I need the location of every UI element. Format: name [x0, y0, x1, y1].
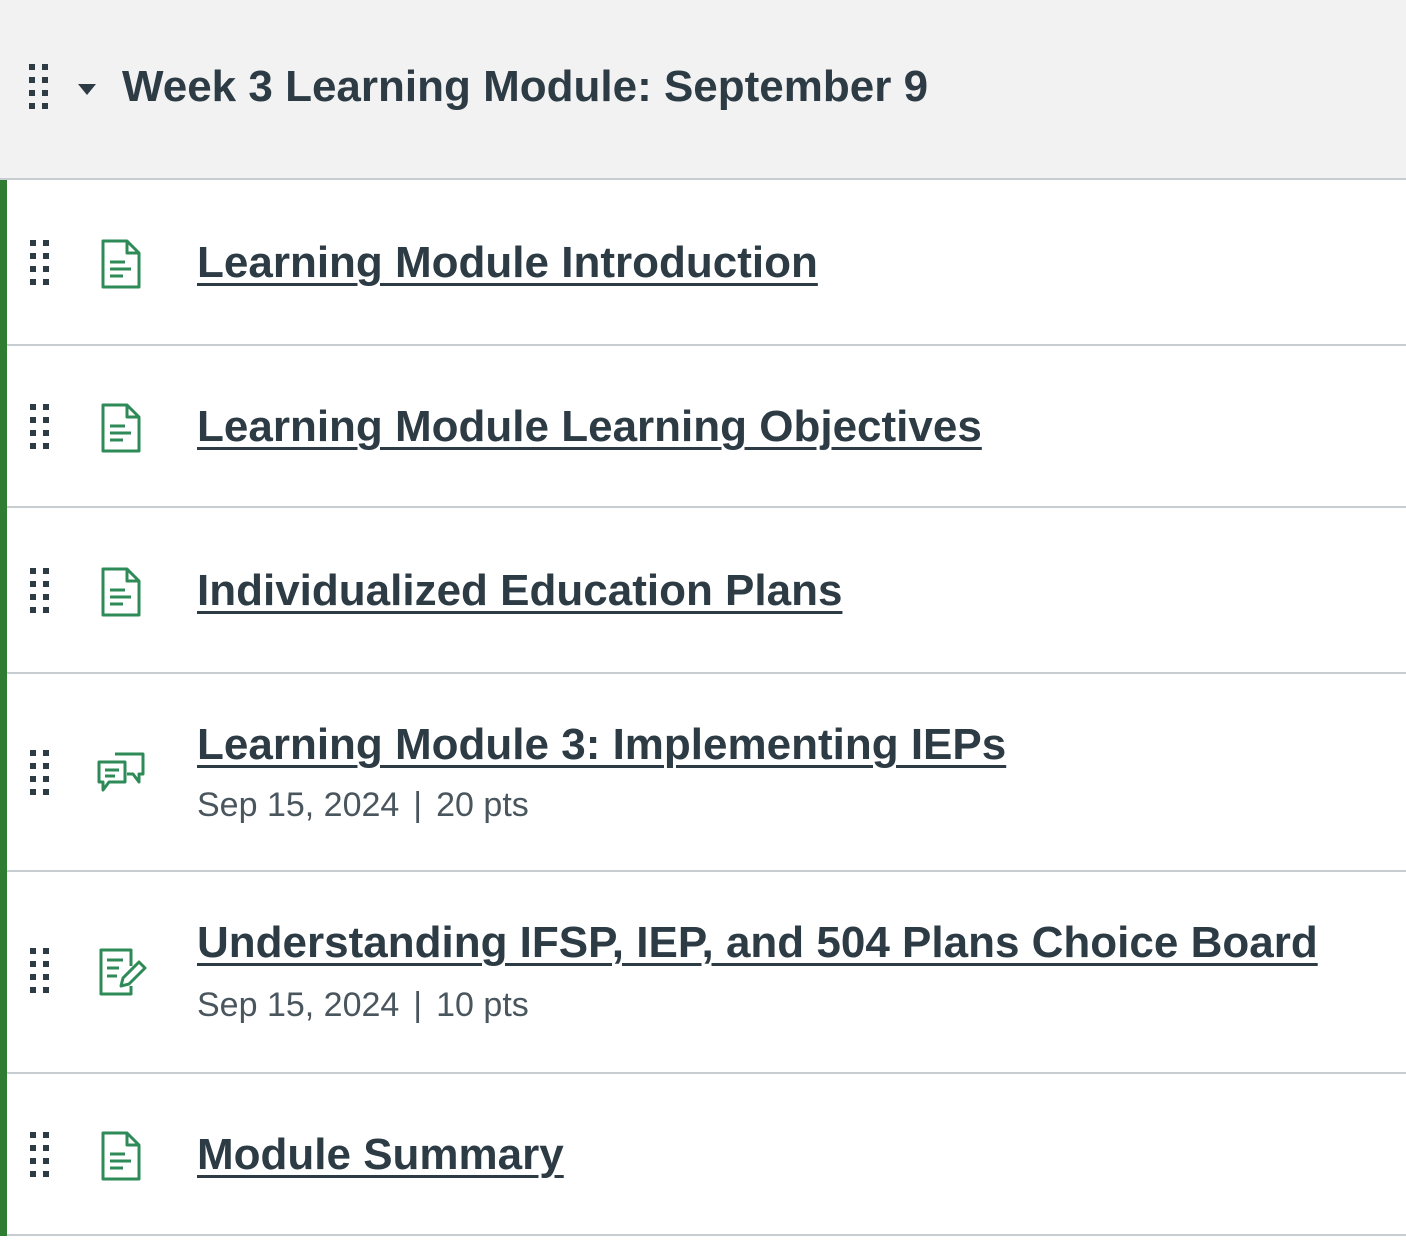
collapse-caret-icon[interactable]	[78, 84, 96, 95]
module-item[interactable]: Learning Module Learning Objectives	[7, 346, 1406, 508]
drag-handle-icon[interactable]	[27, 946, 53, 996]
module-title[interactable]: Week 3 Learning Module: September 9	[122, 62, 928, 112]
drag-handle-icon[interactable]	[27, 748, 53, 798]
drag-handle-icon[interactable]	[27, 1130, 53, 1180]
assignment-icon	[99, 948, 147, 996]
drag-handle-icon[interactable]	[27, 566, 53, 616]
discussion-icon	[97, 752, 145, 792]
module-item[interactable]: Learning Module 3: Implementing IEPs Sep…	[7, 674, 1406, 872]
module-item-title[interactable]: Learning Module 3: Implementing IEPs	[197, 720, 1006, 770]
module-item-title[interactable]: Learning Module Learning Objectives	[197, 402, 982, 452]
drag-handle-icon[interactable]	[26, 62, 52, 112]
module-container: Week 3 Learning Module: September 9 Lear…	[0, 0, 1406, 1244]
module-header[interactable]: Week 3 Learning Module: September 9	[0, 0, 1406, 180]
module-item[interactable]: Understanding IFSP, IEP, and 504 Plans C…	[7, 872, 1406, 1074]
module-item-title[interactable]: Understanding IFSP, IEP, and 504 Plans C…	[197, 918, 1318, 968]
module-item[interactable]: Module Summary	[7, 1074, 1406, 1236]
module-item-meta: Sep 15, 2024 | 10 pts	[197, 986, 529, 1025]
module-items-list: Learning Module Introduction Learning Mo…	[0, 180, 1406, 1236]
module-item[interactable]: Individualized Education Plans	[7, 508, 1406, 674]
points: 10 pts	[436, 986, 529, 1024]
module-item-title[interactable]: Learning Module Introduction	[197, 238, 818, 288]
due-date: Sep 15, 2024	[197, 786, 400, 824]
meta-separator: |	[413, 786, 423, 824]
module-item-title[interactable]: Individualized Education Plans	[197, 566, 842, 616]
page-icon	[101, 403, 141, 453]
module-item[interactable]: Learning Module Introduction	[7, 180, 1406, 346]
due-date: Sep 15, 2024	[197, 986, 400, 1024]
drag-handle-icon[interactable]	[27, 238, 53, 288]
page-icon	[101, 239, 141, 289]
page-icon	[101, 567, 141, 617]
points: 20 pts	[436, 786, 529, 824]
module-item-title[interactable]: Module Summary	[197, 1130, 564, 1180]
module-item-meta: Sep 15, 2024 | 20 pts	[197, 786, 529, 825]
page-icon	[101, 1131, 141, 1181]
meta-separator: |	[413, 986, 423, 1024]
drag-handle-icon[interactable]	[27, 402, 53, 452]
